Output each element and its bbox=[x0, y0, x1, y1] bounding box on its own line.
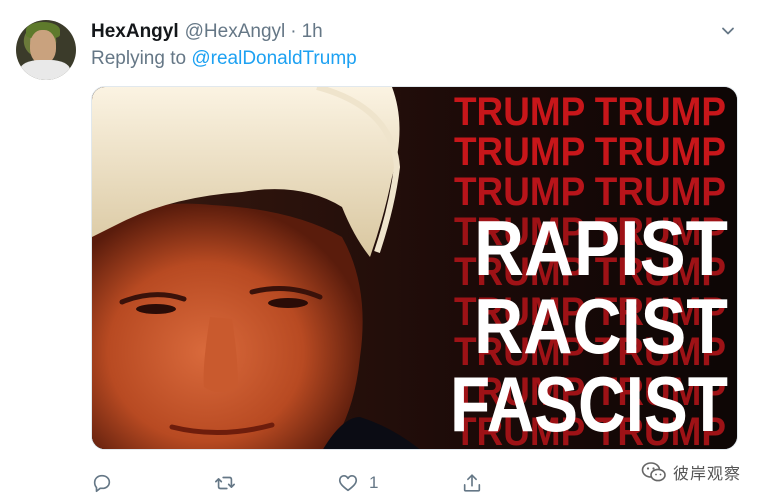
replying-prefix: Replying to bbox=[91, 48, 187, 69]
display-name[interactable]: HexAngyl bbox=[91, 21, 179, 43]
share-button[interactable] bbox=[461, 470, 493, 496]
headline-word: RACIST bbox=[474, 282, 728, 370]
avatar[interactable] bbox=[16, 20, 76, 80]
avatar-face bbox=[30, 30, 56, 64]
chevron-down-icon[interactable] bbox=[721, 24, 735, 38]
bg-word: TRUMP TRUMP bbox=[454, 90, 726, 134]
headline-words: RAPIST RACIST FASCIST CROOK bbox=[450, 204, 728, 450]
like-icon bbox=[338, 475, 358, 492]
reply-button[interactable] bbox=[91, 470, 123, 496]
user-handle[interactable]: @HexAngyl bbox=[185, 21, 286, 43]
bg-word: TRUMP TRUMP bbox=[454, 130, 726, 174]
timestamp[interactable]: 1h bbox=[302, 21, 323, 43]
watermark: 彼岸观察 bbox=[641, 460, 741, 484]
tweet-actions: 1 bbox=[91, 470, 611, 496]
headline-word: RAPIST bbox=[474, 204, 728, 292]
avatar-shirt bbox=[20, 60, 70, 80]
headline-word: CROOK bbox=[474, 434, 728, 450]
poster-graphic: TRUMP TRUMP TRUMP TRUMP TRUMP TRUMP TRUM… bbox=[92, 87, 737, 450]
retweet-button[interactable] bbox=[214, 470, 246, 496]
tweet-header: HexAngyl @HexAngyl · 1h bbox=[91, 21, 323, 43]
retweet-icon bbox=[215, 476, 235, 490]
share-icon bbox=[463, 474, 481, 492]
like-button[interactable]: 1 bbox=[337, 470, 378, 496]
replying-to-line: Replying to @realDonaldTrump bbox=[91, 48, 357, 70]
reply-icon bbox=[93, 474, 111, 493]
mention-link[interactable]: @realDonaldTrump bbox=[191, 48, 356, 69]
wechat-icon bbox=[641, 462, 666, 482]
separator-dot: · bbox=[290, 21, 297, 42]
watermark-text: 彼岸观察 bbox=[672, 466, 741, 483]
like-count: 1 bbox=[369, 473, 379, 492]
tweet-image[interactable]: TRUMP TRUMP TRUMP TRUMP TRUMP TRUMP TRUM… bbox=[91, 86, 738, 450]
